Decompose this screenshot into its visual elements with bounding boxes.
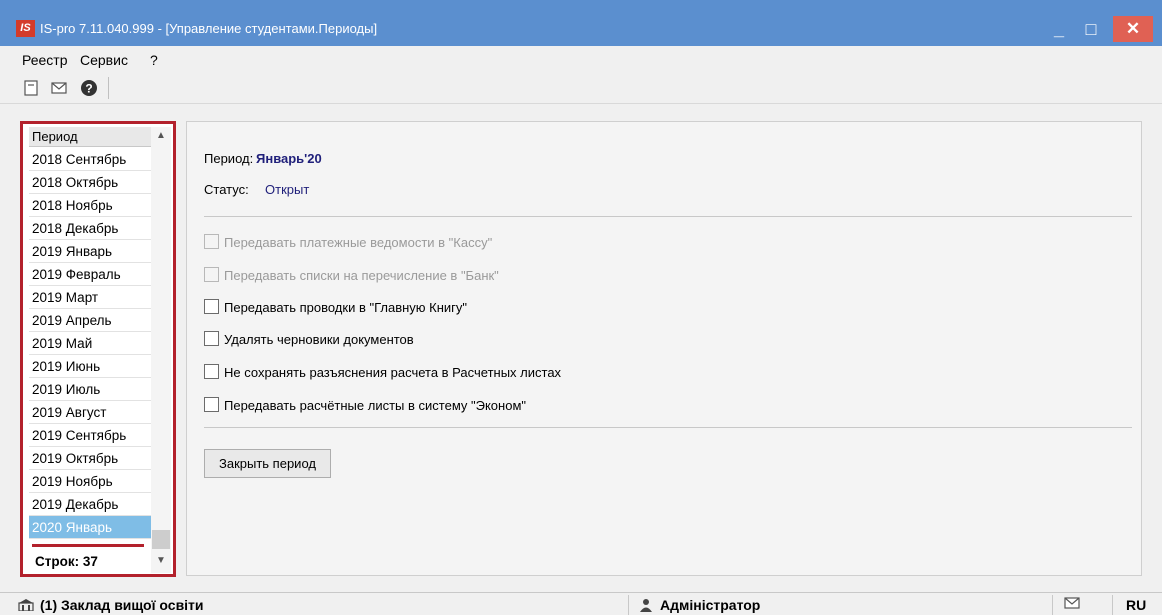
period-value: Январь'20	[256, 151, 322, 166]
list-item[interactable]: 2019 Август	[29, 401, 151, 424]
delete-drafts-label: Удалять черновики документов	[224, 332, 414, 347]
no-save-explanations-checkbox[interactable]	[204, 364, 219, 379]
status-value: Открыт	[265, 182, 310, 197]
toolbar-separator	[108, 77, 109, 99]
user-icon	[640, 599, 652, 612]
pass-cash-checkbox[interactable]	[204, 234, 219, 249]
app-logo-icon: IS	[16, 20, 35, 37]
window-title: IS-pro 7.11.040.999 - [Управление студен…	[40, 21, 378, 36]
list-item[interactable]: 2019 Декабрь	[29, 493, 151, 516]
list-item[interactable]: 2019 Ноябрь	[29, 470, 151, 493]
list-item[interactable]: 2019 Июль	[29, 378, 151, 401]
selection-underline	[32, 544, 144, 547]
delete-drafts-checkbox[interactable]	[204, 331, 219, 346]
status-separator	[1112, 595, 1113, 615]
list-scrollbar[interactable]: ▲ ▼	[151, 127, 171, 573]
list-item[interactable]: 2018 Ноябрь	[29, 194, 151, 217]
title-bar: IS IS-pro 7.11.040.999 - [Управление сту…	[0, 0, 1162, 46]
list-item[interactable]: 2019 Февраль	[29, 263, 151, 286]
status-user: Адміністратор	[640, 597, 760, 613]
pass-cash-label: Передавать платежные ведомости в "Кассу"	[224, 235, 493, 250]
organization-name: (1) Заклад вищої освіти	[40, 597, 204, 613]
mail-icon[interactable]	[1064, 597, 1080, 612]
close-period-button[interactable]: Закрыть период	[204, 449, 331, 478]
status-bar: (1) Заклад вищої освіти Адміністратор RU	[0, 592, 1162, 615]
maximize-button[interactable]: □	[1078, 16, 1104, 42]
no-save-explanations-label: Не сохранять разъяснения расчета в Расче…	[224, 365, 562, 380]
envelope-icon[interactable]	[50, 79, 68, 97]
toolbar: ?	[0, 71, 1162, 104]
list-item[interactable]: 2018 Сентябрь	[29, 148, 151, 171]
period-label: Период:	[204, 151, 254, 166]
list-item-selected[interactable]: 2020 Январь	[29, 516, 151, 539]
row-count: Строк: 37	[29, 551, 151, 573]
divider	[204, 427, 1132, 428]
pass-ledger-label: Передавать проводки в "Главную Книгу"	[224, 300, 468, 315]
help-icon[interactable]: ?	[80, 79, 98, 97]
close-window-button[interactable]: ✕	[1113, 16, 1153, 42]
list-item[interactable]: 2019 Март	[29, 286, 151, 309]
form-icon[interactable]	[22, 79, 40, 97]
pass-ledger-checkbox[interactable]	[204, 299, 219, 314]
menu-bar: Реестр Сервис ?	[0, 46, 1162, 71]
building-icon	[18, 599, 34, 611]
period-details-panel: Период: Январь'20 Статус: Открыт Передав…	[186, 121, 1142, 576]
scroll-thumb[interactable]	[152, 530, 170, 549]
pass-bank-checkbox[interactable]	[204, 267, 219, 282]
list-item[interactable]: 2019 Июнь	[29, 355, 151, 378]
menu-service[interactable]: Сервис	[80, 52, 128, 68]
period-column-header[interactable]: Период	[29, 127, 171, 147]
list-item[interactable]: 2019 Май	[29, 332, 151, 355]
pass-econom-label: Передавать расчётные листы в систему "Эк…	[224, 398, 526, 413]
list-item[interactable]: 2019 Январь	[29, 240, 151, 263]
minimize-button[interactable]: _	[1046, 16, 1072, 42]
scroll-up-icon[interactable]: ▲	[151, 130, 171, 146]
scroll-down-icon[interactable]: ▼	[151, 555, 171, 571]
list-item[interactable]: 2019 Сентябрь	[29, 424, 151, 447]
menu-registry[interactable]: Реестр	[22, 52, 68, 68]
period-list: 2018 Сентябрь 2018 Октябрь 2018 Ноябрь 2…	[29, 148, 151, 539]
pass-econom-checkbox[interactable]	[204, 397, 219, 412]
list-item[interactable]: 2019 Октябрь	[29, 447, 151, 470]
language-indicator[interactable]: RU	[1126, 597, 1146, 613]
period-list-panel: Период 2018 Сентябрь 2018 Октябрь 2018 Н…	[20, 121, 176, 577]
pass-bank-label: Передавать списки на перечисление в "Бан…	[224, 268, 499, 283]
divider	[204, 216, 1132, 217]
status-label: Статус:	[204, 182, 249, 197]
list-item[interactable]: 2018 Октябрь	[29, 171, 151, 194]
status-separator	[628, 595, 629, 615]
status-separator	[1052, 595, 1053, 615]
svg-text:?: ?	[85, 82, 92, 96]
list-item[interactable]: 2018 Декабрь	[29, 217, 151, 240]
status-organization: (1) Заклад вищої освіти	[18, 597, 204, 613]
user-name: Адміністратор	[660, 597, 761, 613]
list-item[interactable]: 2019 Апрель	[29, 309, 151, 332]
menu-help[interactable]: ?	[150, 52, 158, 68]
